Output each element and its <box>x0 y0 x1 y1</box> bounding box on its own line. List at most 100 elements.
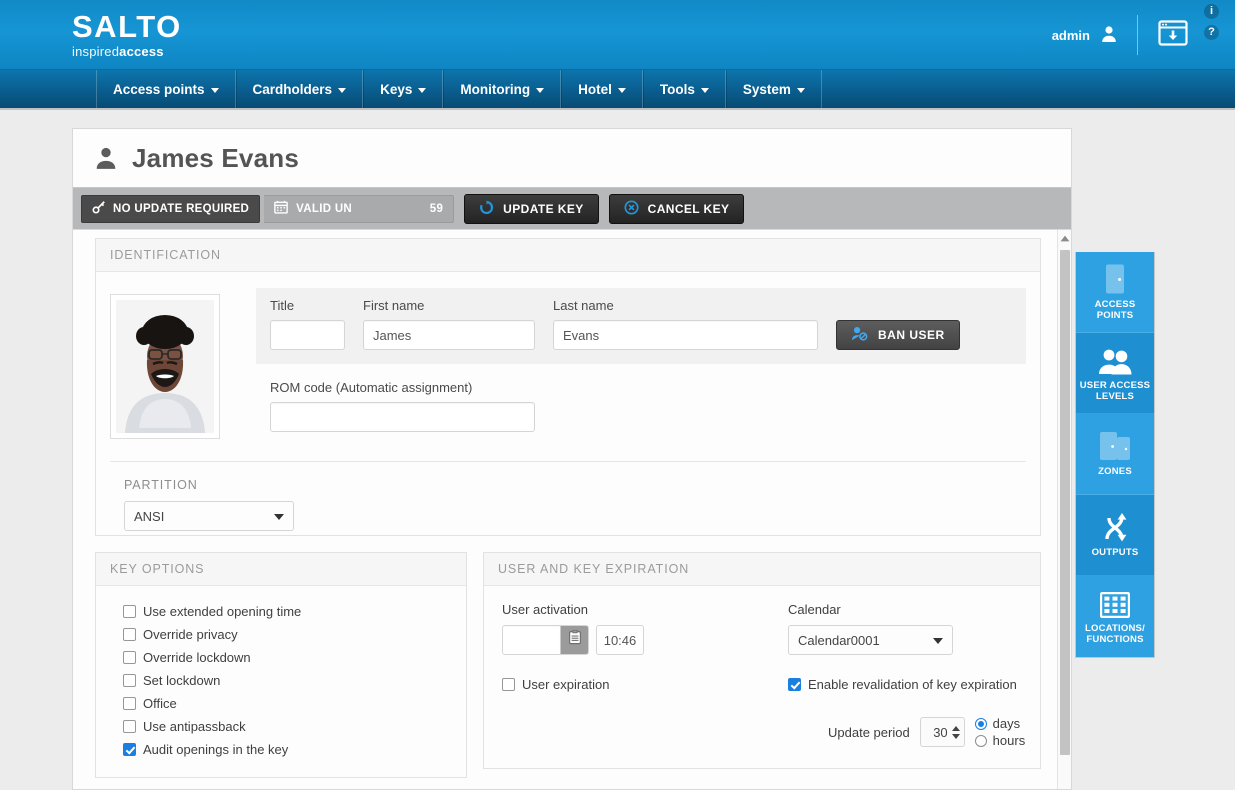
partition-select[interactable]: ANSI <box>124 501 294 531</box>
key-option-label: Use antipassback <box>143 719 246 734</box>
radio-days-label: days <box>992 716 1021 731</box>
key-options-panel: KEY OPTIONS Use extended opening time Ov… <box>95 552 467 778</box>
nav-label: Monitoring <box>460 81 531 97</box>
cancel-key-button[interactable]: CANCEL KEY <box>608 193 745 224</box>
key-option-label: Override privacy <box>143 627 238 642</box>
ban-user-label: BAN USER <box>878 328 945 342</box>
radio-row-days[interactable]: days <box>974 716 1026 731</box>
chevron-down-icon <box>338 87 347 93</box>
key-options-panel-title: KEY OPTIONS <box>96 553 466 586</box>
update-key-button[interactable]: UPDATE KEY <box>464 193 599 224</box>
chevron-down-icon <box>418 87 427 93</box>
nav-item-keys[interactable]: Keys <box>363 70 444 108</box>
activation-date-field[interactable] <box>502 625 589 655</box>
checkbox-audit-openings-in-the-key[interactable] <box>123 743 136 756</box>
revalidation-row[interactable]: Enable revalidation of key expiration <box>788 673 1026 696</box>
stepper-arrows <box>951 725 960 739</box>
title-label: Title <box>270 298 295 313</box>
sidebar-item-locations-functions[interactable]: LOCATIONS/ FUNCTIONS <box>1076 576 1154 657</box>
last-name-input[interactable] <box>553 320 818 350</box>
checkbox-set-lockdown[interactable] <box>123 674 136 687</box>
key-option-row[interactable]: Office <box>110 692 452 715</box>
valid-until-value: 59 <box>429 202 444 215</box>
update-period-label: Update period <box>828 724 910 740</box>
checkbox-office[interactable] <box>123 697 136 710</box>
door-icon <box>1102 264 1128 294</box>
key-option-row[interactable]: Use antipassback <box>110 715 452 738</box>
cardholder-photo[interactable] <box>110 294 220 439</box>
vertical-scrollbar[interactable] <box>1057 230 1071 789</box>
chevron-down-icon <box>210 87 219 93</box>
download-window-button[interactable] <box>1138 19 1204 51</box>
sidebar-item-label: ACCESS POINTS <box>1094 298 1136 321</box>
cardholder-photo-image <box>116 300 214 433</box>
page-body: James Evans NO UPDATE REQUIRED VALID UN … <box>0 110 1235 790</box>
radio-row-hours[interactable]: hours <box>974 733 1025 748</box>
nav-label: Cardholders <box>252 81 333 97</box>
page-title: James Evans <box>132 142 299 173</box>
ban-user-button[interactable]: BAN USER <box>836 320 960 350</box>
key-option-row[interactable]: Use extended opening time <box>110 600 452 623</box>
sidebar-item-label: ZONES <box>1098 466 1132 477</box>
activation-date-input[interactable] <box>503 626 560 654</box>
sidebar-item-label: OUTPUTS <box>1091 547 1139 558</box>
download-window-icon <box>1158 19 1188 51</box>
user-expiration-row[interactable]: User expiration <box>502 673 742 696</box>
key-option-row[interactable]: Set lockdown <box>110 669 452 692</box>
key-option-label: Override lockdown <box>143 650 251 665</box>
last-name-label: Last name <box>553 298 614 313</box>
key-option-label: Audit openings in the key <box>143 742 289 757</box>
chevron-down-icon <box>617 87 626 93</box>
checkbox-use-extended-opening-time[interactable] <box>123 605 136 618</box>
checkbox-use-antipassback[interactable] <box>123 720 136 733</box>
activation-time-field[interactable]: 10:46 <box>596 625 644 655</box>
checkbox-override-privacy[interactable] <box>123 628 136 641</box>
first-name-label: First name <box>363 298 425 313</box>
title-field-group: Title <box>270 298 345 350</box>
refresh-icon <box>479 199 494 218</box>
checkbox-user-expiration[interactable] <box>502 678 515 691</box>
key-option-row[interactable]: Audit openings in the key <box>110 738 452 761</box>
calendar-select[interactable]: Calendar0001 <box>788 625 953 655</box>
rom-code-input[interactable] <box>270 402 535 432</box>
key-option-row[interactable]: Override privacy <box>110 623 452 646</box>
sidebar-item-zones[interactable]: ZONES <box>1076 414 1154 495</box>
first-name-input[interactable] <box>363 320 535 350</box>
users-icon <box>1098 345 1132 375</box>
update-period-stepper[interactable]: 30 <box>919 717 965 747</box>
sidebar-item-outputs[interactable]: OUTPUTS <box>1076 495 1154 576</box>
partition-label: PARTITION <box>124 478 198 492</box>
valid-until-field[interactable]: VALID UN 59 <box>264 194 455 223</box>
calendar-picker-icon <box>568 629 582 650</box>
nav-item-monitoring[interactable]: Monitoring <box>443 70 562 108</box>
checkbox-override-lockdown[interactable] <box>123 651 136 664</box>
stepper-down-icon[interactable] <box>951 733 960 739</box>
title-input[interactable] <box>270 320 345 350</box>
update-period-unit-radios: days hours <box>974 716 1026 748</box>
nav-item-cardholders[interactable]: Cardholders <box>235 70 364 108</box>
info-icon[interactable]: i <box>1204 4 1219 19</box>
nav-item-tools[interactable]: Tools <box>642 70 726 108</box>
calendar-picker-button[interactable] <box>560 626 588 654</box>
calendar-revalidation-group: Calendar Calendar0001 Enable revalidatio… <box>788 602 1026 748</box>
nav-item-access-points[interactable]: Access points <box>96 70 236 108</box>
nav-label: Access points <box>113 81 205 97</box>
nav-item-hotel[interactable]: Hotel <box>561 70 643 108</box>
sidebar-item-access-points[interactable]: ACCESS POINTS <box>1076 252 1154 333</box>
user-expiration-label: User expiration <box>522 677 610 692</box>
rom-code-field-group: ROM code (Automatic assignment) <box>270 380 1026 432</box>
radio-hours[interactable] <box>974 734 987 747</box>
admin-label: admin <box>1051 27 1090 43</box>
key-option-row[interactable]: Override lockdown <box>110 646 452 669</box>
help-icon[interactable]: ? <box>1204 25 1219 40</box>
sidebar-item-user-access-levels[interactable]: USER ACCESS LEVELS <box>1076 333 1154 414</box>
scrollbar-thumb[interactable] <box>1060 250 1070 755</box>
admin-account-button[interactable]: admin <box>1052 24 1137 47</box>
checkbox-enable-revalidation[interactable] <box>788 678 801 691</box>
stepper-up-icon[interactable] <box>951 725 960 731</box>
nav-item-system[interactable]: System <box>725 70 822 108</box>
chevron-down-icon <box>796 87 805 93</box>
radio-days[interactable] <box>974 717 987 730</box>
header-help-cluster: i ? <box>1204 4 1235 40</box>
scroll-up-icon[interactable] <box>1058 230 1071 246</box>
